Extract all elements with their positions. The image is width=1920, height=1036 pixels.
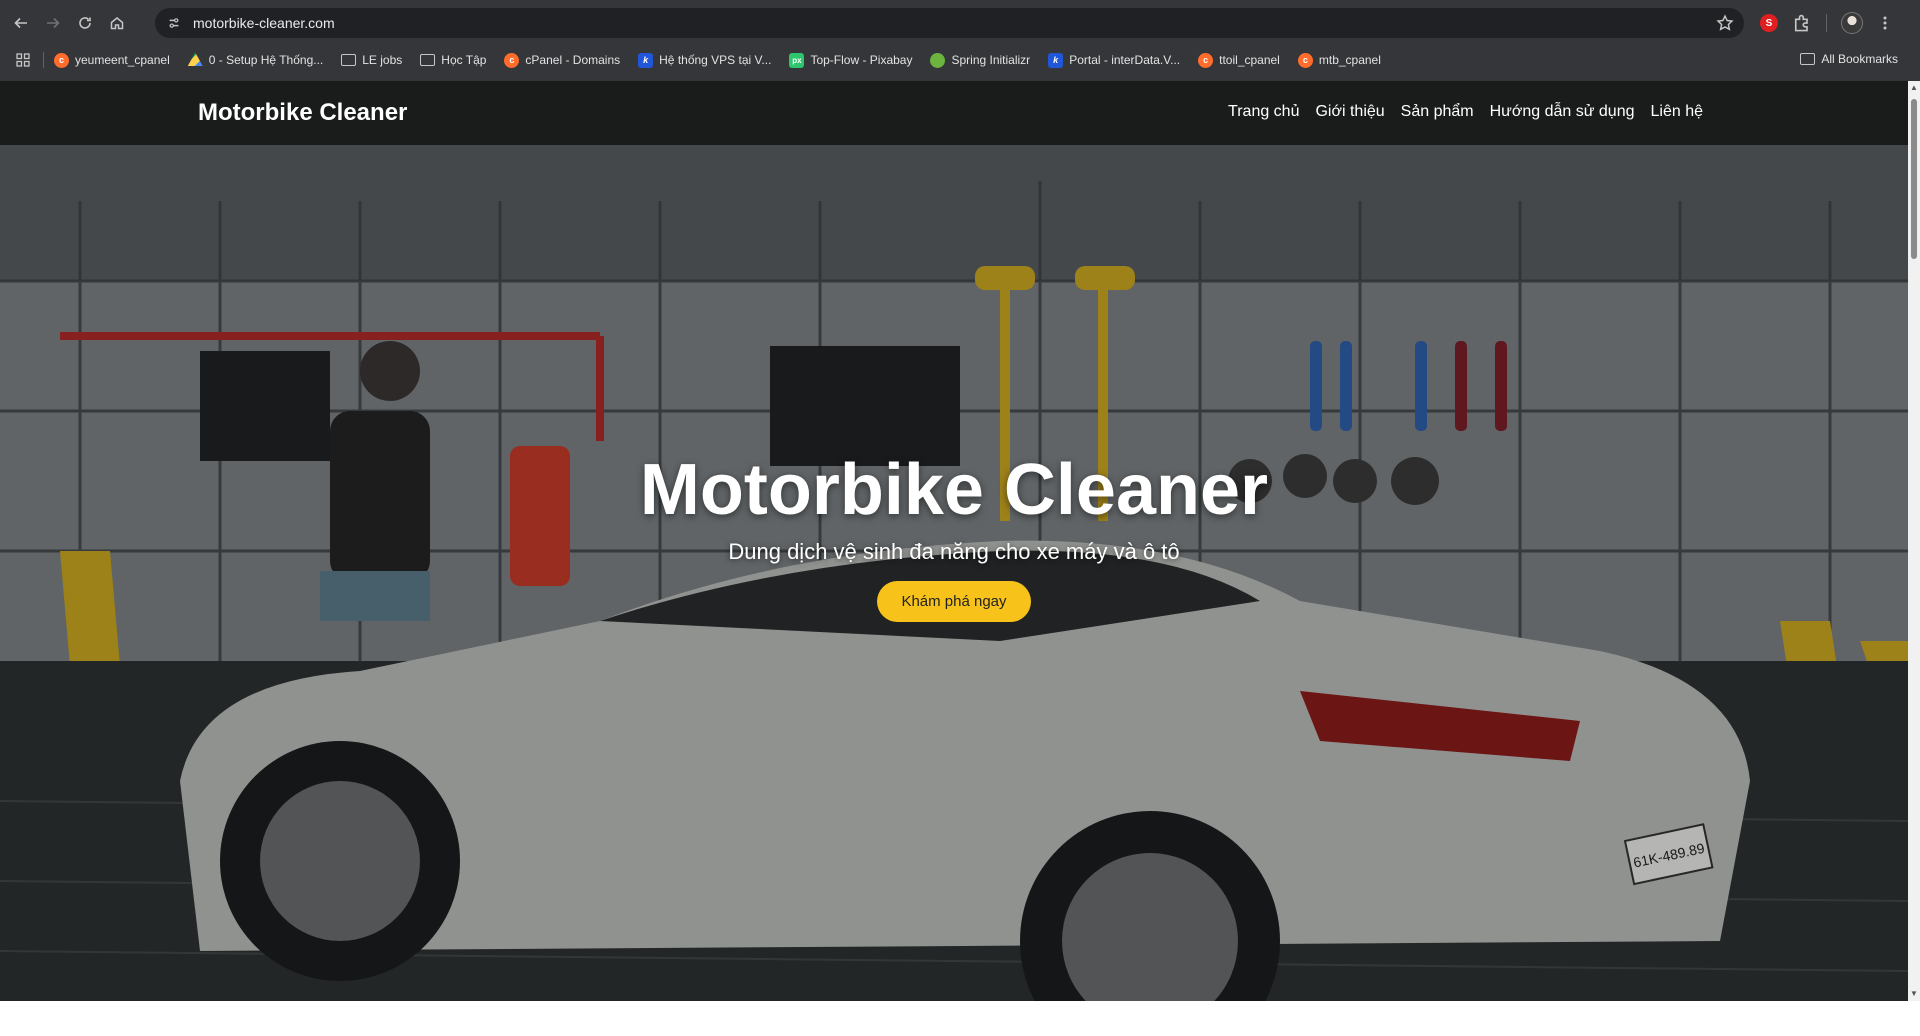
k-icon: k (1048, 52, 1064, 68)
bookmarks-divider (43, 52, 44, 68)
bookmark-item[interactable]: k Portal - interData.V... (1048, 52, 1181, 68)
bookmark-item[interactable]: 0 - Setup Hệ Thống... (187, 52, 324, 68)
hero-content: Motorbike Cleaner Dung dịch vệ sinh đa n… (0, 449, 1908, 622)
bookmark-label: Spring Initializr (951, 53, 1031, 67)
bookmark-item[interactable]: c yeumeent_cpanel (54, 52, 170, 68)
bookmark-label: cPanel - Domains (525, 53, 621, 67)
bookmark-item[interactable]: c ttoil_cpanel (1198, 52, 1280, 68)
bookmark-label: mtb_cpanel (1318, 53, 1381, 67)
back-button[interactable] (8, 10, 34, 36)
menu-item-products[interactable]: Sản phẩm (1401, 103, 1474, 121)
extension-icon[interactable]: S (1760, 14, 1778, 32)
hero-title: Motorbike Cleaner (639, 450, 1269, 530)
forward-button[interactable] (40, 10, 66, 36)
bookmarks-bar: c yeumeent_cpanel 0 - Setup Hệ Thống... LE … (0, 45, 1920, 75)
browser-menu-icon[interactable] (1877, 13, 1893, 33)
bookmark-item[interactable]: Học Tập (420, 53, 486, 67)
bookmark-label: Top-Flow - Pixabay (810, 53, 913, 67)
cpanel-icon: c (504, 52, 520, 68)
page-viewport: 61K-489.89 Motorbike Cleaner Trang chủ G… (0, 81, 1920, 1001)
bookmark-item[interactable]: Spring Initializr (930, 52, 1031, 68)
bookmark-label: ttoil_cpanel (1219, 53, 1280, 67)
address-bar[interactable]: motorbike-cleaner.com (155, 8, 1744, 38)
site-navbar: Motorbike Cleaner Trang chủ Giới thiệu S… (0, 81, 1908, 145)
explore-button[interactable]: Khám phá ngay (877, 581, 1031, 622)
page-scrollbar[interactable]: ▲ ▼ (1908, 81, 1920, 1001)
folder-icon (341, 54, 357, 66)
browser-toolbar: motorbike-cleaner.com S (0, 0, 1920, 45)
url-text[interactable]: motorbike-cleaner.com (193, 15, 335, 31)
pixabay-icon: px (789, 52, 805, 68)
k-icon: k (638, 52, 654, 68)
cpanel-icon: c (54, 52, 69, 68)
drive-icon (187, 52, 203, 66)
reload-icon (79, 16, 91, 29)
arrow-left-icon (14, 17, 27, 28)
bookmark-label: 0 - Setup Hệ Thống... (208, 53, 324, 67)
scroll-down-icon[interactable]: ▼ (1910, 990, 1918, 998)
menu-item-home[interactable]: Trang chủ (1228, 103, 1299, 121)
menu-item-guide[interactable]: Hướng dẫn sử dụng (1490, 103, 1635, 121)
hero-subtitle: Dung dịch vệ sinh đa năng cho xe máy và … (728, 539, 1180, 564)
scrollbar-thumb[interactable] (1911, 99, 1917, 259)
hero-section: 61K-489.89 Motorbike Cleaner Trang chủ G… (0, 81, 1908, 1001)
folder-icon (420, 54, 436, 66)
bookmark-item[interactable]: LE jobs (341, 53, 402, 67)
cpanel-icon: c (1297, 52, 1313, 68)
bookmark-item[interactable]: px Top-Flow - Pixabay (789, 52, 913, 68)
extensions-puzzle-icon[interactable] (1792, 13, 1812, 33)
reload-button[interactable] (72, 10, 98, 36)
home-icon (110, 16, 124, 29)
browser-chrome: motorbike-cleaner.com S c yeumeent_cpanel… (0, 0, 1920, 81)
home-button[interactable] (104, 10, 130, 36)
menu-item-contact[interactable]: Liên hệ (1651, 103, 1704, 121)
spring-icon (930, 52, 946, 68)
main-menu: Trang chủ Giới thiệu Sản phẩm Hướng dẫn … (1228, 103, 1703, 121)
folder-icon (1800, 53, 1816, 65)
bookmark-label: Portal - interData.V... (1069, 53, 1181, 67)
site-info-icon[interactable] (165, 14, 183, 32)
bookmark-item[interactable]: c mtb_cpanel (1297, 52, 1381, 68)
all-bookmarks-label: All Bookmarks (1821, 52, 1898, 66)
apps-grid-icon[interactable] (15, 52, 31, 68)
site-brand[interactable]: Motorbike Cleaner (198, 99, 407, 127)
toolbar-separator (1826, 14, 1827, 32)
toolbar-right: S (1760, 10, 1893, 36)
menu-item-about[interactable]: Giới thiệu (1315, 103, 1384, 121)
cpanel-icon: c (1198, 52, 1214, 68)
arrow-right-icon (47, 17, 60, 28)
bookmark-item[interactable]: k Hệ thống VPS tại V... (638, 52, 772, 68)
bookmark-item[interactable]: c cPanel - Domains (504, 52, 621, 68)
bookmark-label: yeumeent_cpanel (75, 53, 170, 67)
scroll-up-icon[interactable]: ▲ (1910, 84, 1918, 92)
bookmark-star-icon[interactable] (1716, 14, 1734, 32)
all-bookmarks[interactable]: All Bookmarks (1800, 52, 1898, 66)
profile-avatar[interactable] (1841, 12, 1863, 34)
bookmark-label: Học Tập (441, 53, 487, 67)
bookmark-list: c yeumeent_cpanel 0 - Setup Hệ Thống... LE … (54, 52, 1399, 68)
bookmark-label: LE jobs (362, 53, 403, 67)
bookmark-label: Hệ thống VPS tại V... (659, 53, 772, 67)
